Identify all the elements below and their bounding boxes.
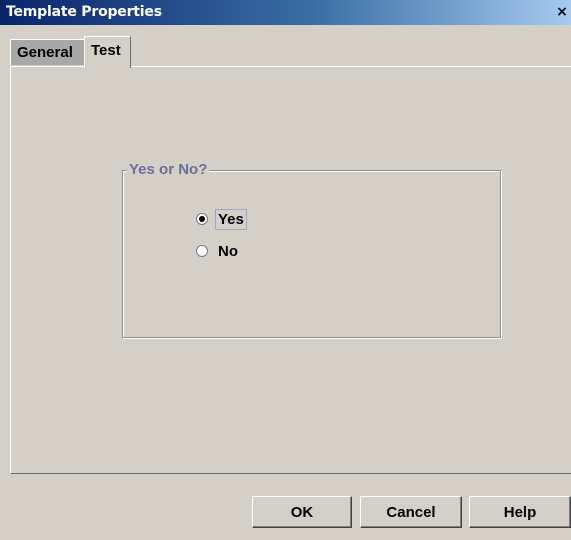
radio-option-yes[interactable]: Yes <box>196 208 247 230</box>
cancel-button[interactable]: Cancel <box>360 496 462 528</box>
tab-strip: General Test <box>0 36 571 68</box>
ok-button[interactable]: OK <box>252 496 352 528</box>
yes-no-group <box>122 170 501 338</box>
template-properties-dialog: Template Properties × General Test Yes o… <box>0 0 571 540</box>
close-icon[interactable]: × <box>555 4 569 20</box>
tab-general[interactable]: General <box>10 39 86 65</box>
radio-option-no[interactable]: No <box>196 240 241 262</box>
title-bar[interactable]: Template Properties × <box>0 0 571 25</box>
radio-yes-label[interactable]: Yes <box>215 208 247 230</box>
help-button[interactable]: Help <box>469 496 571 528</box>
tab-general-label: General <box>17 44 73 61</box>
tab-test[interactable]: Test <box>84 36 131 68</box>
window-title: Template Properties <box>6 4 162 20</box>
group-title: Yes or No? <box>127 161 210 178</box>
radio-no-label[interactable]: No <box>215 241 241 262</box>
tab-test-label: Test <box>91 42 121 59</box>
radio-no-icon[interactable] <box>196 245 208 257</box>
radio-yes-icon[interactable] <box>196 213 208 225</box>
